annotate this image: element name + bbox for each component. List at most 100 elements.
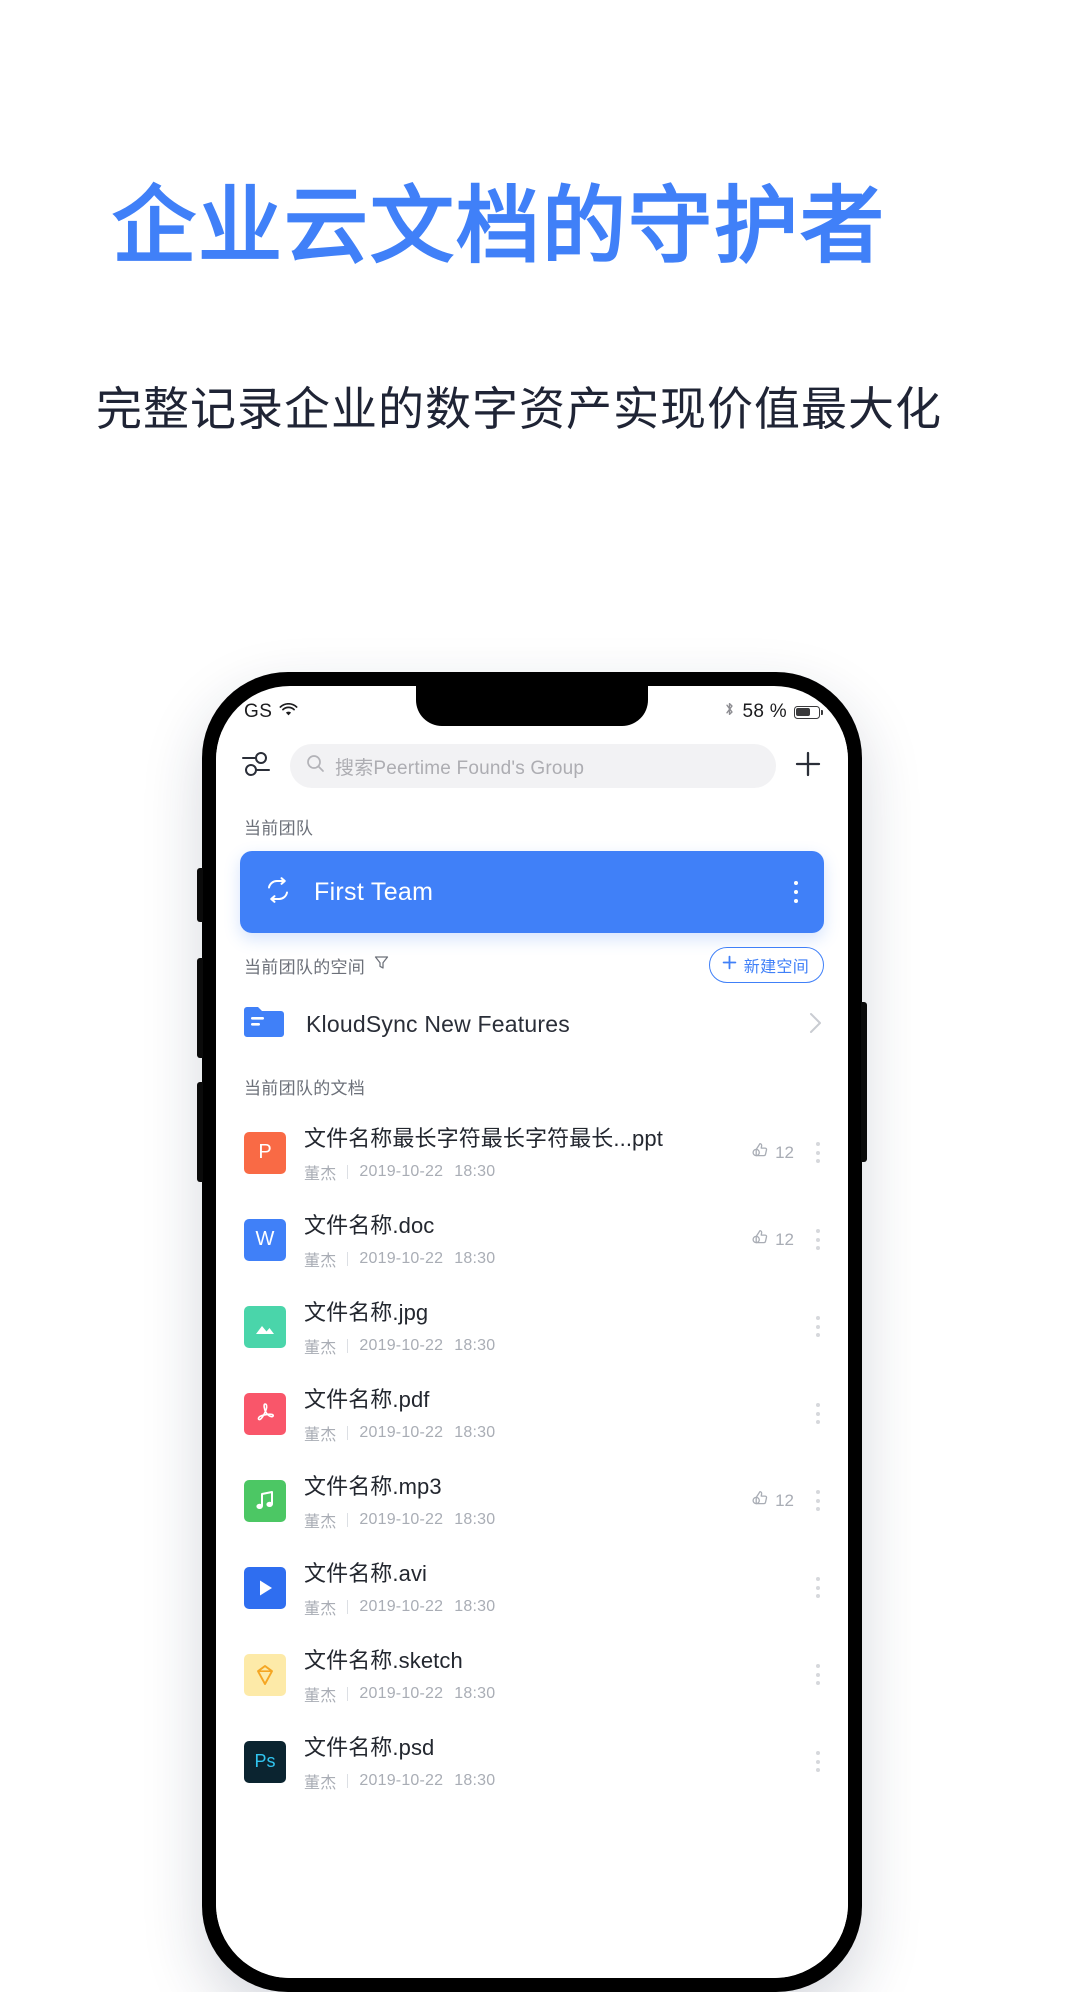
sliders-icon[interactable] [240,749,274,784]
file-row[interactable]: 文件名称.pdf 董杰 2019-10-22 18:30 [216,1370,848,1457]
bluetooth-icon [724,701,735,723]
file-row[interactable]: 文件名称.mp3 董杰 2019-10-22 18:30 12 [216,1457,848,1544]
more-vertical-icon[interactable] [812,1658,824,1691]
file-date: 2019-10-22 [359,1511,444,1528]
space-name: KloudSync New Features [306,1011,570,1037]
page-subtitle: 完整记录企业的数字资产实现价值最大化 [96,383,942,435]
phone-screen: GS 58 % 搜索Peertime Found's Group 当前团队 Fi… [216,686,848,1978]
file-row-actions [750,1658,824,1691]
file-row-actions: 12 [750,1223,824,1256]
file-date: 2019-10-22 [359,1772,444,1789]
file-name: 文件名称.psd [304,1735,435,1760]
file-subtitle: 董杰 2019-10-22 18:30 [304,1769,732,1793]
like-count[interactable]: 12 [752,1229,794,1251]
battery-icon [794,705,823,719]
file-name: 文件名称.doc [304,1213,435,1238]
file-time: 18:30 [454,1511,496,1528]
file-time: 18:30 [454,1337,496,1354]
page-title: 企业云文档的守护者 [112,179,887,273]
file-author: 董杰 [304,1253,337,1270]
file-meta: 文件名称.pdf 董杰 2019-10-22 18:30 [304,1382,732,1445]
file-name: 文件名称.jpg [304,1300,429,1325]
new-space-label: 新建空间 [743,959,809,976]
file-meta: 文件名称最长字符最长字符最长...ppt 董杰 2019-10-22 18:30 [304,1121,732,1184]
file-row-actions: 12 [750,1484,824,1517]
file-subtitle: 董杰 2019-10-22 18:30 [304,1595,732,1619]
file-meta: 文件名称.jpg 董杰 2019-10-22 18:30 [304,1295,732,1358]
divider [347,1513,349,1527]
more-vertical-icon[interactable] [812,1310,824,1343]
space-section-header: 当前团队的空间 新建空间 [216,933,848,991]
file-list: P 文件名称最长字符最长字符最长...ppt 董杰 2019-10-22 18:30 12… [216,1107,848,1805]
file-date: 2019-10-22 [359,1163,444,1180]
file-author: 董杰 [304,1601,337,1618]
file-date: 2019-10-22 [359,1250,444,1267]
file-subtitle: 董杰 2019-10-22 18:30 [304,1247,732,1271]
more-vertical-icon[interactable] [812,1223,824,1256]
file-name: 文件名称最长字符最长字符最长...ppt [304,1126,663,1151]
music-icon [244,1479,286,1522]
carrier-label: GS [244,701,273,722]
file-row[interactable]: P 文件名称最长字符最长字符最长...ppt 董杰 2019-10-22 18:30 12 [216,1109,848,1196]
sync-icon [264,876,292,909]
file-date: 2019-10-22 [359,1424,444,1441]
file-row-actions [750,1397,824,1430]
sketch-icon [244,1653,286,1696]
search-input[interactable]: 搜索Peertime Found's Group [290,744,776,788]
team-name: First Team [314,877,434,906]
file-row[interactable]: Ps 文件名称.psd 董杰 2019-10-22 18:30 [216,1718,848,1805]
file-row[interactable]: 文件名称.avi 董杰 2019-10-22 18:30 [216,1544,848,1631]
divider [347,1774,349,1788]
like-count[interactable]: 12 [752,1142,794,1164]
file-time: 18:30 [454,1250,496,1267]
file-row[interactable]: 文件名称.jpg 董杰 2019-10-22 18:30 [216,1283,848,1370]
file-row[interactable]: W 文件名称.doc 董杰 2019-10-22 18:30 12 [216,1196,848,1283]
file-meta: 文件名称.sketch 董杰 2019-10-22 18:30 [304,1643,732,1706]
image-icon [244,1305,286,1348]
file-author: 董杰 [304,1427,337,1444]
wifi-icon [279,701,298,723]
volume-up-button[interactable] [197,958,203,1058]
more-vertical-icon[interactable] [812,1136,824,1169]
like-count[interactable]: 12 [752,1490,794,1512]
thumbs-up-icon [752,1142,769,1164]
file-name: 文件名称.sketch [304,1648,463,1673]
volume-down-button[interactable] [197,1082,203,1182]
file-row[interactable]: 文件名称.sketch 董杰 2019-10-22 18:30 [216,1631,848,1718]
file-date: 2019-10-22 [359,1337,444,1354]
more-vertical-icon[interactable] [812,1484,824,1517]
silent-switch[interactable] [197,868,203,922]
funnel-icon[interactable] [374,955,389,975]
battery-percent: 58 % [742,701,787,722]
space-list-item[interactable]: KloudSync New Features [216,991,848,1058]
doc-section-label: 当前团队的文档 [244,1079,366,1098]
space-section-label: 当前团队的空间 [244,957,366,977]
file-name: 文件名称.mp3 [304,1474,442,1499]
file-row-actions: 12 [750,1136,824,1169]
folder-icon [244,1005,284,1044]
divider [347,1252,349,1266]
new-space-button[interactable]: 新建空间 [708,947,824,983]
file-meta: 文件名称.psd 董杰 2019-10-22 18:30 [304,1730,732,1793]
thumbs-up-icon [752,1490,769,1512]
team-card-first-team[interactable]: First Team [240,851,824,933]
file-row-actions [750,1310,824,1343]
power-button[interactable] [861,1002,867,1162]
like-count-value: 12 [775,1142,794,1162]
more-vertical-icon[interactable] [812,1397,824,1430]
file-author: 董杰 [304,1775,337,1792]
file-meta: 文件名称.mp3 董杰 2019-10-22 18:30 [304,1469,732,1532]
chevron-right-icon [809,1012,822,1038]
search-placeholder: 搜索Peertime Found's Group [335,757,585,779]
file-subtitle: 董杰 2019-10-22 18:30 [304,1421,732,1445]
more-vertical-icon[interactable] [812,1745,824,1778]
file-name: 文件名称.avi [304,1561,428,1586]
more-vertical-icon[interactable] [812,1571,824,1604]
file-date: 2019-10-22 [359,1598,444,1615]
divider [347,1426,349,1440]
more-vertical-icon[interactable] [790,875,803,910]
file-author: 董杰 [304,1166,337,1183]
like-count-value: 12 [775,1490,794,1510]
file-date: 2019-10-22 [359,1685,444,1702]
plus-icon[interactable] [792,748,824,785]
